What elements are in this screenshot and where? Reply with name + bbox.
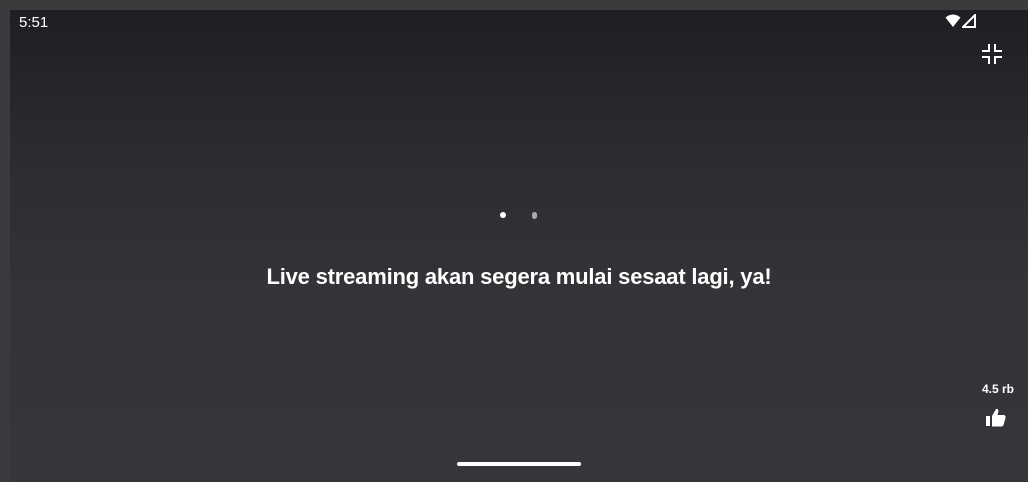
- like-button[interactable]: [984, 406, 1008, 430]
- loading-dot: [532, 212, 537, 219]
- thumbs-up-icon: [984, 408, 1008, 434]
- wifi-icon: [945, 14, 961, 33]
- device-frame: 5:51 Live streaming akan segera mulai se…: [0, 0, 1028, 482]
- loading-dot: [500, 212, 506, 218]
- fullscreen-exit-icon: [980, 44, 1004, 70]
- loading-indicator: [496, 212, 537, 220]
- like-count: 4.5 rb: [981, 382, 1014, 396]
- fullscreen-exit-button[interactable]: [980, 42, 1004, 66]
- cellular-signal-icon: [960, 12, 976, 33]
- status-bar-icons: [945, 12, 976, 33]
- stream-status-message: Live streaming akan segera mulai sesaat …: [266, 264, 772, 289]
- status-bar-time: 5:51: [19, 14, 49, 31]
- live-player-screen[interactable]: 5:51 Live streaming akan segera mulai se…: [10, 10, 1028, 482]
- home-indicator[interactable]: [457, 462, 581, 466]
